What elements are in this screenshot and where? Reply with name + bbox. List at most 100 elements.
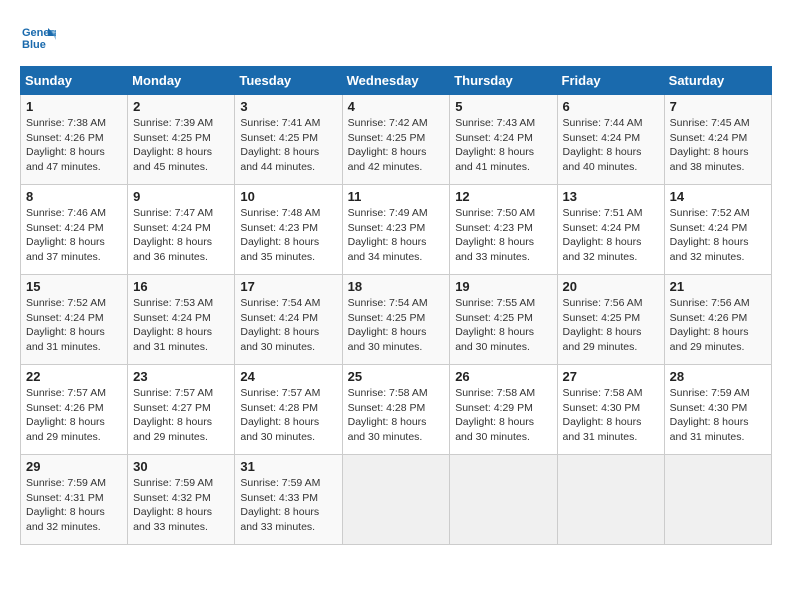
day-number: 23 — [133, 369, 229, 384]
calendar-week-row: 8 Sunrise: 7:46 AMSunset: 4:24 PMDayligh… — [21, 185, 772, 275]
page-header: General Blue — [20, 20, 772, 56]
day-info: Sunrise: 7:45 AMSunset: 4:24 PMDaylight:… — [670, 117, 750, 173]
calendar-header-row: SundayMondayTuesdayWednesdayThursdayFrid… — [21, 67, 772, 95]
day-info: Sunrise: 7:58 AMSunset: 4:29 PMDaylight:… — [455, 387, 535, 443]
weekday-header-monday: Monday — [128, 67, 235, 95]
day-info: Sunrise: 7:54 AMSunset: 4:25 PMDaylight:… — [348, 297, 428, 353]
day-number: 25 — [348, 369, 445, 384]
logo-icon: General Blue — [20, 20, 56, 56]
day-number: 22 — [26, 369, 122, 384]
day-info: Sunrise: 7:42 AMSunset: 4:25 PMDaylight:… — [348, 117, 428, 173]
calendar-table: SundayMondayTuesdayWednesdayThursdayFrid… — [20, 66, 772, 545]
calendar-cell — [557, 455, 664, 545]
calendar-cell: 10 Sunrise: 7:48 AMSunset: 4:23 PMDaylig… — [235, 185, 342, 275]
calendar-cell — [342, 455, 450, 545]
day-info: Sunrise: 7:59 AMSunset: 4:33 PMDaylight:… — [240, 477, 320, 533]
day-info: Sunrise: 7:56 AMSunset: 4:26 PMDaylight:… — [670, 297, 750, 353]
calendar-cell: 24 Sunrise: 7:57 AMSunset: 4:28 PMDaylig… — [235, 365, 342, 455]
day-number: 17 — [240, 279, 336, 294]
day-info: Sunrise: 7:41 AMSunset: 4:25 PMDaylight:… — [240, 117, 320, 173]
day-info: Sunrise: 7:59 AMSunset: 4:31 PMDaylight:… — [26, 477, 106, 533]
day-number: 13 — [563, 189, 659, 204]
weekday-header-tuesday: Tuesday — [235, 67, 342, 95]
day-number: 20 — [563, 279, 659, 294]
calendar-cell: 28 Sunrise: 7:59 AMSunset: 4:30 PMDaylig… — [664, 365, 771, 455]
day-number: 5 — [455, 99, 551, 114]
day-number: 15 — [26, 279, 122, 294]
day-info: Sunrise: 7:43 AMSunset: 4:24 PMDaylight:… — [455, 117, 535, 173]
day-number: 14 — [670, 189, 766, 204]
calendar-cell: 17 Sunrise: 7:54 AMSunset: 4:24 PMDaylig… — [235, 275, 342, 365]
calendar-cell — [450, 455, 557, 545]
day-info: Sunrise: 7:50 AMSunset: 4:23 PMDaylight:… — [455, 207, 535, 263]
day-info: Sunrise: 7:49 AMSunset: 4:23 PMDaylight:… — [348, 207, 428, 263]
weekday-header-saturday: Saturday — [664, 67, 771, 95]
calendar-cell: 21 Sunrise: 7:56 AMSunset: 4:26 PMDaylig… — [664, 275, 771, 365]
day-info: Sunrise: 7:57 AMSunset: 4:27 PMDaylight:… — [133, 387, 213, 443]
calendar-cell: 4 Sunrise: 7:42 AMSunset: 4:25 PMDayligh… — [342, 95, 450, 185]
calendar-cell: 3 Sunrise: 7:41 AMSunset: 4:25 PMDayligh… — [235, 95, 342, 185]
day-info: Sunrise: 7:58 AMSunset: 4:30 PMDaylight:… — [563, 387, 643, 443]
calendar-cell: 12 Sunrise: 7:50 AMSunset: 4:23 PMDaylig… — [450, 185, 557, 275]
calendar-cell: 8 Sunrise: 7:46 AMSunset: 4:24 PMDayligh… — [21, 185, 128, 275]
day-number: 26 — [455, 369, 551, 384]
day-info: Sunrise: 7:53 AMSunset: 4:24 PMDaylight:… — [133, 297, 213, 353]
day-number: 31 — [240, 459, 336, 474]
day-info: Sunrise: 7:52 AMSunset: 4:24 PMDaylight:… — [26, 297, 106, 353]
calendar-cell: 19 Sunrise: 7:55 AMSunset: 4:25 PMDaylig… — [450, 275, 557, 365]
calendar-cell: 29 Sunrise: 7:59 AMSunset: 4:31 PMDaylig… — [21, 455, 128, 545]
calendar-cell: 7 Sunrise: 7:45 AMSunset: 4:24 PMDayligh… — [664, 95, 771, 185]
day-info: Sunrise: 7:55 AMSunset: 4:25 PMDaylight:… — [455, 297, 535, 353]
calendar-cell: 20 Sunrise: 7:56 AMSunset: 4:25 PMDaylig… — [557, 275, 664, 365]
day-number: 2 — [133, 99, 229, 114]
day-number: 27 — [563, 369, 659, 384]
day-number: 4 — [348, 99, 445, 114]
day-info: Sunrise: 7:39 AMSunset: 4:25 PMDaylight:… — [133, 117, 213, 173]
day-number: 16 — [133, 279, 229, 294]
calendar-cell: 18 Sunrise: 7:54 AMSunset: 4:25 PMDaylig… — [342, 275, 450, 365]
day-number: 9 — [133, 189, 229, 204]
weekday-header-friday: Friday — [557, 67, 664, 95]
day-number: 29 — [26, 459, 122, 474]
day-number: 18 — [348, 279, 445, 294]
calendar-cell: 26 Sunrise: 7:58 AMSunset: 4:29 PMDaylig… — [450, 365, 557, 455]
day-info: Sunrise: 7:46 AMSunset: 4:24 PMDaylight:… — [26, 207, 106, 263]
calendar-week-row: 15 Sunrise: 7:52 AMSunset: 4:24 PMDaylig… — [21, 275, 772, 365]
day-number: 19 — [455, 279, 551, 294]
day-info: Sunrise: 7:59 AMSunset: 4:30 PMDaylight:… — [670, 387, 750, 443]
calendar-cell: 6 Sunrise: 7:44 AMSunset: 4:24 PMDayligh… — [557, 95, 664, 185]
day-info: Sunrise: 7:47 AMSunset: 4:24 PMDaylight:… — [133, 207, 213, 263]
calendar-cell: 9 Sunrise: 7:47 AMSunset: 4:24 PMDayligh… — [128, 185, 235, 275]
calendar-cell: 14 Sunrise: 7:52 AMSunset: 4:24 PMDaylig… — [664, 185, 771, 275]
day-info: Sunrise: 7:54 AMSunset: 4:24 PMDaylight:… — [240, 297, 320, 353]
calendar-cell: 1 Sunrise: 7:38 AMSunset: 4:26 PMDayligh… — [21, 95, 128, 185]
calendar-week-row: 1 Sunrise: 7:38 AMSunset: 4:26 PMDayligh… — [21, 95, 772, 185]
calendar-week-row: 29 Sunrise: 7:59 AMSunset: 4:31 PMDaylig… — [21, 455, 772, 545]
day-number: 30 — [133, 459, 229, 474]
day-info: Sunrise: 7:57 AMSunset: 4:28 PMDaylight:… — [240, 387, 320, 443]
calendar-cell: 27 Sunrise: 7:58 AMSunset: 4:30 PMDaylig… — [557, 365, 664, 455]
calendar-cell: 15 Sunrise: 7:52 AMSunset: 4:24 PMDaylig… — [21, 275, 128, 365]
day-number: 7 — [670, 99, 766, 114]
calendar-cell: 30 Sunrise: 7:59 AMSunset: 4:32 PMDaylig… — [128, 455, 235, 545]
day-info: Sunrise: 7:58 AMSunset: 4:28 PMDaylight:… — [348, 387, 428, 443]
day-info: Sunrise: 7:59 AMSunset: 4:32 PMDaylight:… — [133, 477, 213, 533]
day-number: 12 — [455, 189, 551, 204]
calendar-cell: 16 Sunrise: 7:53 AMSunset: 4:24 PMDaylig… — [128, 275, 235, 365]
calendar-cell: 2 Sunrise: 7:39 AMSunset: 4:25 PMDayligh… — [128, 95, 235, 185]
day-info: Sunrise: 7:52 AMSunset: 4:24 PMDaylight:… — [670, 207, 750, 263]
day-number: 10 — [240, 189, 336, 204]
day-info: Sunrise: 7:56 AMSunset: 4:25 PMDaylight:… — [563, 297, 643, 353]
day-info: Sunrise: 7:44 AMSunset: 4:24 PMDaylight:… — [563, 117, 643, 173]
day-info: Sunrise: 7:48 AMSunset: 4:23 PMDaylight:… — [240, 207, 320, 263]
calendar-week-row: 22 Sunrise: 7:57 AMSunset: 4:26 PMDaylig… — [21, 365, 772, 455]
calendar-cell: 31 Sunrise: 7:59 AMSunset: 4:33 PMDaylig… — [235, 455, 342, 545]
logo: General Blue — [20, 20, 60, 56]
calendar-cell: 22 Sunrise: 7:57 AMSunset: 4:26 PMDaylig… — [21, 365, 128, 455]
day-number: 21 — [670, 279, 766, 294]
day-info: Sunrise: 7:38 AMSunset: 4:26 PMDaylight:… — [26, 117, 106, 173]
calendar-cell: 25 Sunrise: 7:58 AMSunset: 4:28 PMDaylig… — [342, 365, 450, 455]
weekday-header-thursday: Thursday — [450, 67, 557, 95]
weekday-header-wednesday: Wednesday — [342, 67, 450, 95]
day-info: Sunrise: 7:57 AMSunset: 4:26 PMDaylight:… — [26, 387, 106, 443]
